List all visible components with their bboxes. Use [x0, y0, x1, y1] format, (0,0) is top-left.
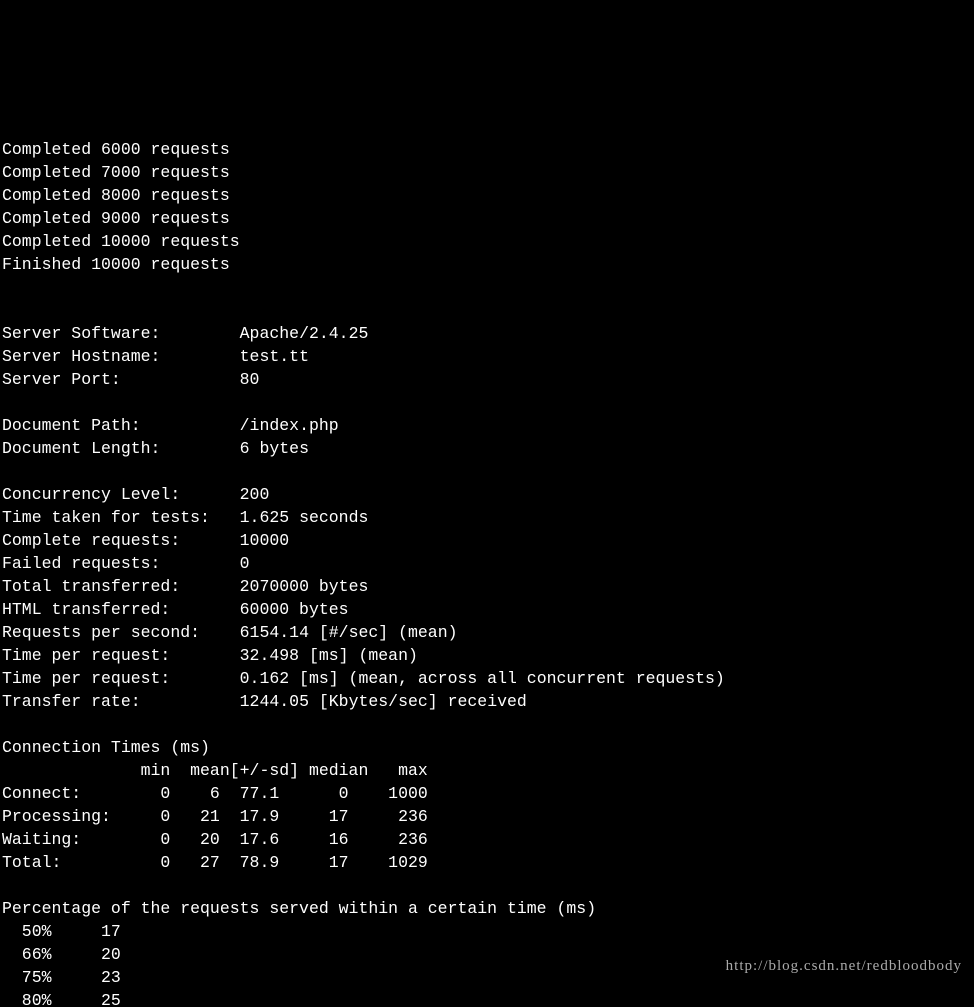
transfer-rate-row: Transfer rate: 1244.05 [Kbytes/sec] rece…	[2, 692, 527, 711]
value: 32.498 [ms] (mean)	[240, 646, 418, 665]
connection-connect-row: Connect: 0 6 77.1 0 1000	[2, 784, 428, 803]
tpr-row: Time per request: 32.498 [ms] (mean)	[2, 646, 418, 665]
value: 1.625 seconds	[240, 508, 369, 527]
label: Time per request:	[2, 669, 170, 688]
server-port-row: Server Port: 80	[2, 370, 259, 389]
connection-times-header: min mean[+/-sd] median max	[2, 761, 428, 780]
time-taken-row: Time taken for tests: 1.625 seconds	[2, 508, 368, 527]
connection-times-title: Connection Times (ms)	[2, 738, 210, 757]
total-transferred-row: Total transferred: 2070000 bytes	[2, 577, 368, 596]
failed-requests-row: Failed requests: 0	[2, 554, 250, 573]
value: 0	[240, 554, 250, 573]
label: Server Software:	[2, 324, 160, 343]
value: /index.php	[240, 416, 339, 435]
percentile-row: 80% 25	[2, 991, 121, 1007]
label: Complete requests:	[2, 531, 180, 550]
server-software-row: Server Software: Apache/2.4.25	[2, 324, 368, 343]
server-hostname-row: Server Hostname: test.tt	[2, 347, 309, 366]
percentile-row: 66% 20	[2, 945, 121, 964]
value: 6 bytes	[240, 439, 309, 458]
progress-line: Completed 6000 requests	[2, 140, 230, 159]
label: Server Port:	[2, 370, 121, 389]
label: Document Path:	[2, 416, 141, 435]
percentile-row: 50% 17	[2, 922, 121, 941]
percentile-row: 75% 23	[2, 968, 121, 987]
value: 1244.05 [Kbytes/sec] received	[240, 692, 527, 711]
value: 80	[240, 370, 260, 389]
document-path-row: Document Path: /index.php	[2, 416, 339, 435]
label: Time taken for tests:	[2, 508, 210, 527]
value: 6154.14 [#/sec] (mean)	[240, 623, 458, 642]
progress-line: Finished 10000 requests	[2, 255, 230, 274]
value: test.tt	[240, 347, 309, 366]
connection-processing-row: Processing: 0 21 17.9 17 236	[2, 807, 428, 826]
label: Concurrency Level:	[2, 485, 180, 504]
value: 0.162 [ms] (mean, across all concurrent …	[240, 669, 725, 688]
watermark-text: http://blog.csdn.net/redbloodbody	[726, 955, 962, 978]
connection-waiting-row: Waiting: 0 20 17.6 16 236	[2, 830, 428, 849]
connection-total-row: Total: 0 27 78.9 17 1029	[2, 853, 428, 872]
concurrency-row: Concurrency Level: 200	[2, 485, 269, 504]
percentile-title: Percentage of the requests served within…	[2, 899, 596, 918]
document-length-row: Document Length: 6 bytes	[2, 439, 309, 458]
progress-line: Completed 8000 requests	[2, 186, 230, 205]
label: Document Length:	[2, 439, 160, 458]
complete-requests-row: Complete requests: 10000	[2, 531, 289, 550]
value: 60000 bytes	[240, 600, 349, 619]
label: Transfer rate:	[2, 692, 141, 711]
value: 10000	[240, 531, 290, 550]
label: Total transferred:	[2, 577, 180, 596]
label: Failed requests:	[2, 554, 160, 573]
label: Server Hostname:	[2, 347, 160, 366]
progress-line: Completed 10000 requests	[2, 232, 240, 251]
tpr-concurrent-row: Time per request: 0.162 [ms] (mean, acro…	[2, 669, 725, 688]
value: 200	[240, 485, 270, 504]
label: Time per request:	[2, 646, 170, 665]
value: Apache/2.4.25	[240, 324, 369, 343]
value: 2070000 bytes	[240, 577, 369, 596]
progress-line: Completed 7000 requests	[2, 163, 230, 182]
progress-line: Completed 9000 requests	[2, 209, 230, 228]
html-transferred-row: HTML transferred: 60000 bytes	[2, 600, 349, 619]
label: Requests per second:	[2, 623, 200, 642]
label: HTML transferred:	[2, 600, 170, 619]
terminal-output: Completed 6000 requests Completed 7000 r…	[0, 115, 974, 1007]
rps-row: Requests per second: 6154.14 [#/sec] (me…	[2, 623, 458, 642]
